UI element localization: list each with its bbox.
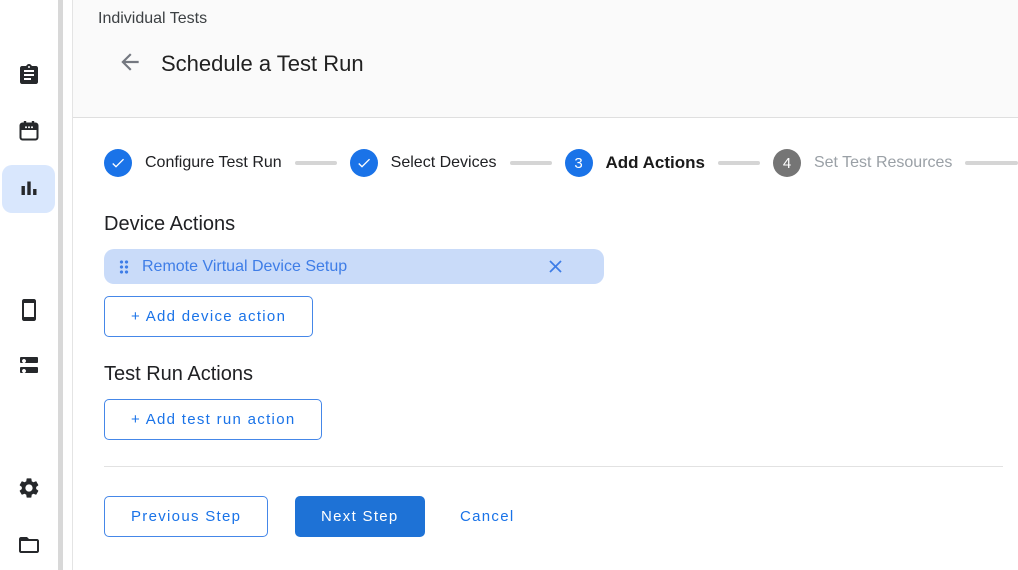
step-label: Set Test Resources [814, 154, 952, 172]
step-done-check-icon [350, 149, 378, 177]
step-done-check-icon [104, 149, 132, 177]
page-title: Schedule a Test Run [161, 51, 364, 77]
test-run-actions-heading: Test Run Actions [104, 363, 253, 386]
content-left-border [72, 0, 73, 570]
stepper-connector [295, 161, 337, 165]
storage-icon [17, 354, 41, 378]
sidebar [0, 0, 58, 570]
sidebar-item-schedule[interactable] [17, 119, 41, 143]
wizard-stepper: Configure Test Run Select Devices 3 Add … [73, 118, 1018, 208]
sidebar-item-resources[interactable] [17, 354, 41, 378]
arrow-back-icon [117, 63, 143, 78]
chip-label: Remote Virtual Device Setup [142, 258, 347, 276]
footer-divider [104, 466, 1003, 467]
schedule-test-run-page: Individual Tests Schedule a Test Run Con… [0, 0, 1018, 570]
sidebar-item-devices[interactable] [17, 298, 41, 322]
calendar-icon [17, 119, 41, 143]
chip-remove-button[interactable] [545, 256, 566, 277]
step-number-badge: 3 [565, 149, 593, 177]
step-add-actions[interactable]: 3 Add Actions [565, 149, 705, 177]
sidebar-item-test-runs[interactable] [17, 177, 41, 201]
step-number-badge: 4 [773, 149, 801, 177]
step-set-test-resources[interactable]: 4 Set Test Resources [773, 149, 952, 177]
drag-handle-icon[interactable] [114, 257, 134, 277]
settings-gear-icon [17, 476, 41, 500]
smartphone-icon [17, 298, 41, 322]
next-step-button[interactable]: Next Step [295, 496, 425, 537]
stepper-connector [510, 161, 552, 165]
stepper-connector [718, 161, 760, 165]
cancel-button[interactable]: Cancel [448, 496, 527, 537]
bar-chart-icon [17, 177, 41, 201]
step-configure-test-run[interactable]: Configure Test Run [104, 149, 282, 177]
sidebar-item-tests[interactable] [17, 63, 41, 87]
close-icon [545, 265, 566, 280]
device-actions-heading: Device Actions [104, 213, 235, 236]
sidebar-item-settings[interactable] [17, 476, 41, 500]
add-test-run-action-button[interactable]: + Add test run action [104, 399, 322, 440]
back-button[interactable] [116, 49, 144, 77]
breadcrumb: Individual Tests [98, 10, 207, 28]
device-action-chip[interactable]: Remote Virtual Device Setup [104, 249, 604, 284]
folder-icon [17, 533, 41, 557]
step-label: Add Actions [606, 153, 705, 173]
clipboard-tests-icon [17, 63, 41, 87]
add-device-action-button[interactable]: + Add device action [104, 296, 313, 337]
sidebar-scrollbar[interactable] [58, 0, 63, 570]
step-select-devices[interactable]: Select Devices [350, 149, 497, 177]
stepper-connector [965, 161, 1018, 165]
previous-step-button[interactable]: Previous Step [104, 496, 268, 537]
sidebar-item-projects[interactable] [17, 533, 41, 557]
step-label: Select Devices [391, 154, 497, 172]
page-header: Individual Tests Schedule a Test Run [73, 0, 1018, 118]
step-label: Configure Test Run [145, 154, 282, 172]
